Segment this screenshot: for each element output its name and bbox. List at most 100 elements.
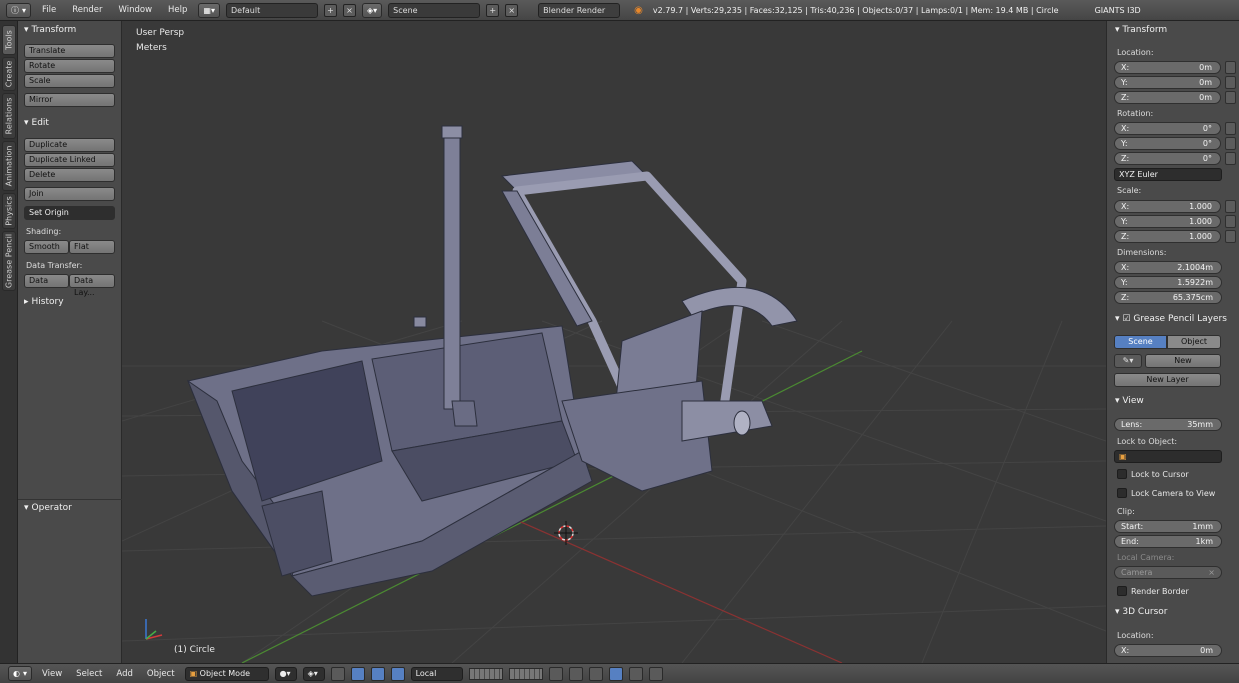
scale-button[interactable]: Scale xyxy=(24,74,115,88)
lock-icon[interactable] xyxy=(1225,152,1236,165)
tab-scene[interactable]: Scene xyxy=(1114,335,1167,349)
edit-panel-header[interactable]: ▾ Edit xyxy=(24,118,49,128)
mode-select[interactable]: ▣ Object Mode xyxy=(184,666,269,681)
camera-render-icon[interactable] xyxy=(648,666,663,681)
lock-layers-icon[interactable] xyxy=(548,666,563,681)
lock-object-field[interactable]: ▣ xyxy=(1114,450,1222,463)
snap-icon[interactable] xyxy=(588,666,603,681)
snap-target-icon[interactable] xyxy=(608,666,623,681)
editor-type-button[interactable]: ◐ ▾ xyxy=(8,666,32,681)
render-preview-icon[interactable] xyxy=(628,666,643,681)
lock-icon[interactable] xyxy=(1225,91,1236,104)
transform-panel-header[interactable]: ▾ Transform xyxy=(1115,25,1167,35)
clip-start-field[interactable]: Start: 1mm xyxy=(1114,520,1222,533)
pivot-select[interactable]: ◈▾ xyxy=(302,666,325,681)
tab-object[interactable]: Object xyxy=(1167,335,1221,349)
location-x-field[interactable]: X: 0m xyxy=(1114,61,1221,74)
menu-object[interactable]: Object xyxy=(143,669,179,679)
layers-grid-a[interactable] xyxy=(468,667,503,680)
delete-button[interactable]: Delete xyxy=(24,168,115,182)
checkbox-icon[interactable]: ☑ xyxy=(1122,314,1130,324)
lock-icon[interactable] xyxy=(1225,122,1236,135)
lock-icon[interactable] xyxy=(1225,76,1236,89)
3d-cursor-panel-header[interactable]: ▾ 3D Cursor xyxy=(1115,607,1168,617)
menu-view[interactable]: View xyxy=(38,669,66,679)
menu-help[interactable]: Help xyxy=(163,5,192,15)
scale-z-field[interactable]: Z: 1.000 xyxy=(1114,230,1221,243)
grease-pencil-panel-header[interactable]: ▾ ☑ Grease Pencil Layers xyxy=(1115,314,1227,324)
menu-select[interactable]: Select xyxy=(72,669,106,679)
translate-manipulator-icon[interactable] xyxy=(350,666,365,681)
duplicate-linked-button[interactable]: Duplicate Linked xyxy=(24,153,115,167)
rotate-manipulator-icon[interactable] xyxy=(370,666,385,681)
rotate-button[interactable]: Rotate xyxy=(24,59,115,73)
flat-button[interactable]: Flat xyxy=(69,240,115,254)
view-panel-header[interactable]: ▾ View xyxy=(1115,396,1144,406)
tractor-model[interactable] xyxy=(186,125,798,597)
tab-physics[interactable]: Physics xyxy=(2,193,16,229)
duplicate-button[interactable]: Duplicate xyxy=(24,138,115,152)
lock-icon[interactable] xyxy=(1225,61,1236,74)
rotation-z-field[interactable]: Z: 0° xyxy=(1114,152,1221,165)
menu-add[interactable]: Add xyxy=(112,669,136,679)
orientation-select[interactable]: Local xyxy=(410,666,463,681)
dimensions-z-field[interactable]: Z: 65.375cm xyxy=(1114,291,1222,304)
clip-end-field[interactable]: End: 1km xyxy=(1114,535,1222,548)
scale-manipulator-icon[interactable] xyxy=(390,666,405,681)
proportional-edit-icon[interactable] xyxy=(568,666,583,681)
history-panel-header[interactable]: ▸ History xyxy=(24,297,64,307)
new-layer-button[interactable]: New Layer xyxy=(1114,373,1221,387)
add-scene-icon[interactable]: + xyxy=(486,3,500,17)
join-button[interactable]: Join xyxy=(24,187,115,201)
tab-relations[interactable]: Relations xyxy=(2,93,16,139)
tab-animation[interactable]: Animation xyxy=(2,141,16,191)
tab-tools[interactable]: Tools xyxy=(2,25,16,55)
dimensions-y-field[interactable]: Y: 1.5922m xyxy=(1114,276,1222,289)
data-layout-button[interactable]: Data Lay... xyxy=(69,274,115,297)
dimensions-x-field[interactable]: X: 2.1004m xyxy=(1114,261,1222,274)
remove-scene-icon[interactable]: × xyxy=(505,3,519,17)
operator-panel-header[interactable]: ▾ Operator xyxy=(24,503,72,513)
transform-panel-header[interactable]: ▾ Transform xyxy=(24,25,76,35)
pencil-icon[interactable]: ✎▾ xyxy=(1114,354,1142,368)
rotation-y-field[interactable]: Y: 0° xyxy=(1114,137,1221,150)
tab-grease-pencil[interactable]: Grease Pencil xyxy=(2,231,16,291)
scene-field[interactable]: Scene xyxy=(388,2,481,18)
render-engine-select[interactable]: Blender Render xyxy=(538,2,621,18)
tab-create[interactable]: Create xyxy=(2,57,16,91)
screen-layout-field[interactable]: Default xyxy=(226,2,318,18)
menu-file[interactable]: File xyxy=(37,5,61,15)
screen-layout-icon[interactable]: ▦▾ xyxy=(198,2,220,18)
new-grease-button[interactable]: New xyxy=(1145,354,1221,368)
menu-window[interactable]: Window xyxy=(114,5,158,15)
location-y-field[interactable]: Y: 0m xyxy=(1114,76,1221,89)
lock-icon[interactable] xyxy=(1225,200,1236,213)
editor-type-button[interactable]: ⓘ ▾ xyxy=(6,2,32,18)
rotation-x-field[interactable]: X: 0° xyxy=(1114,122,1221,135)
lock-camera-checkbox[interactable] xyxy=(1117,488,1127,498)
scale-y-field[interactable]: Y: 1.000 xyxy=(1114,215,1221,228)
lock-icon[interactable] xyxy=(1225,137,1236,150)
mirror-button[interactable]: Mirror xyxy=(24,93,115,107)
remove-layout-icon[interactable]: × xyxy=(343,3,356,17)
manipulator-toggle-icon[interactable] xyxy=(330,666,345,681)
translate-button[interactable]: Translate xyxy=(24,44,115,58)
lock-icon[interactable] xyxy=(1225,215,1236,228)
set-origin-select[interactable]: Set Origin xyxy=(24,206,115,220)
lock-icon[interactable] xyxy=(1225,230,1236,243)
data-button[interactable]: Data xyxy=(24,274,69,288)
lens-field[interactable]: Lens: 35mm xyxy=(1114,418,1222,431)
rotation-mode-select[interactable]: XYZ Euler xyxy=(1114,168,1222,181)
location-z-field[interactable]: Z: 0m xyxy=(1114,91,1221,104)
render-border-checkbox[interactable] xyxy=(1117,586,1127,596)
add-layout-icon[interactable]: + xyxy=(324,3,337,17)
lock-to-cursor-checkbox[interactable] xyxy=(1117,469,1127,479)
layers-grid-b[interactable] xyxy=(508,667,543,680)
scene-icon[interactable]: ◈▾ xyxy=(362,2,383,18)
smooth-button[interactable]: Smooth xyxy=(24,240,69,254)
cursor-x-field[interactable]: X: 0m xyxy=(1114,644,1222,657)
menu-render[interactable]: Render xyxy=(67,5,107,15)
scale-x-field[interactable]: X: 1.000 xyxy=(1114,200,1221,213)
shading-select[interactable]: ●▾ xyxy=(274,666,297,681)
3d-cursor-icon[interactable] xyxy=(554,521,578,545)
